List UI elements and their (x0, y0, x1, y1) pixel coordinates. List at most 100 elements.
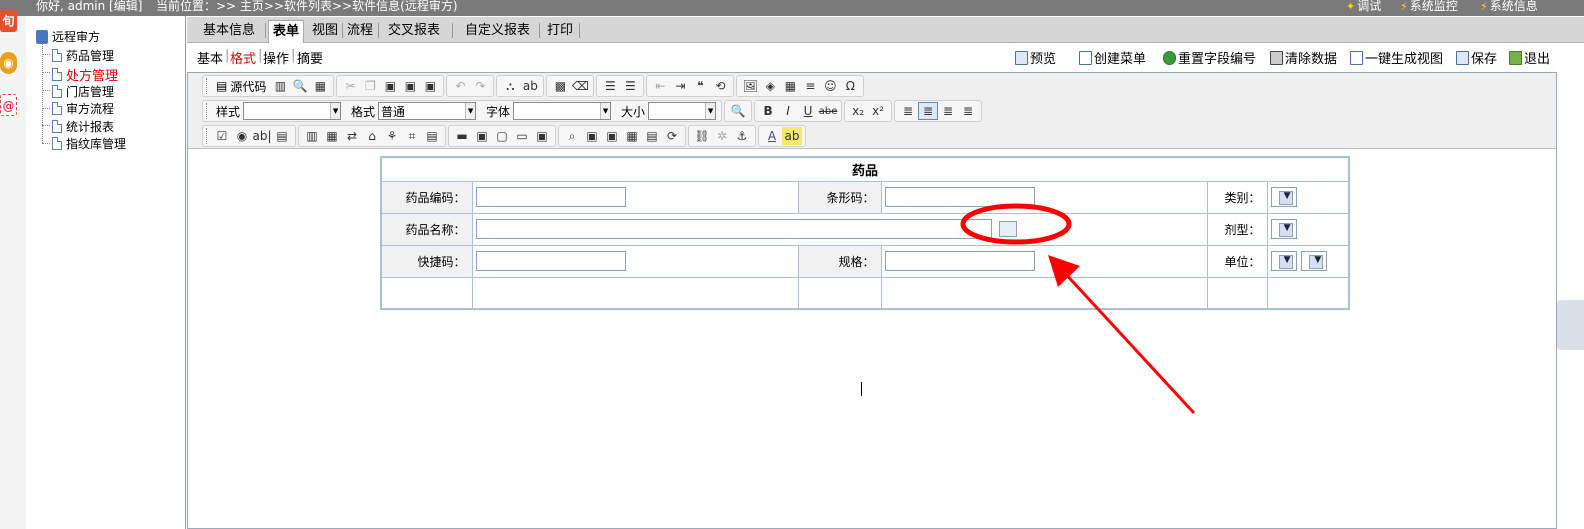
subform-icon[interactable]: ▤ (422, 127, 442, 145)
blockquote-icon[interactable]: ❝ (690, 77, 710, 95)
attachment-icon[interactable]: ⌕ (562, 127, 582, 145)
style-select[interactable]: ▼ (243, 102, 342, 120)
align-right-icon[interactable]: ≣ (938, 102, 958, 120)
link-icon[interactable]: ⛓ (692, 127, 712, 145)
format-select[interactable]: 普通 ▼ (378, 102, 477, 120)
tab-view[interactable]: 视图 (308, 20, 342, 43)
find-icon[interactable]: ⛬ (500, 77, 520, 95)
text-color-icon[interactable]: A (762, 127, 782, 145)
tab-flow[interactable]: 流程 (343, 20, 377, 43)
button-control-icon[interactable]: ▬ (452, 127, 472, 145)
select-control-icon[interactable]: ▭ (512, 127, 532, 145)
tree-root[interactable]: 远程审方 (36, 28, 100, 45)
align-justify-icon[interactable]: ≣ (958, 102, 978, 120)
link-control-icon[interactable]: ⚘ (382, 127, 402, 145)
bulleted-list-icon[interactable]: ☰ (620, 77, 640, 95)
save-button[interactable]: 保存 (1456, 48, 1497, 67)
zoom-icon[interactable]: 🔍 (728, 102, 748, 120)
image-field-icon[interactable]: ▣ (472, 127, 492, 145)
numbered-list-icon[interactable]: ☰ (600, 77, 620, 95)
tab-print[interactable]: 打印 (543, 20, 577, 43)
special-char-icon[interactable]: Ω (840, 77, 860, 95)
smiley-icon[interactable]: ☺ (820, 77, 840, 95)
picture-icon[interactable]: ▣ (582, 127, 602, 145)
save-doc-icon[interactable]: ▥ (270, 77, 290, 95)
flash-icon[interactable]: ◈ (760, 77, 780, 95)
tree-item-prescription[interactable]: 处方管理 (52, 65, 118, 84)
subtab-format[interactable]: 格式 (230, 48, 256, 67)
unit-select-1[interactable]: ▼ (1270, 251, 1297, 271)
align-center-icon[interactable]: ≣ (918, 102, 939, 120)
tab-cross-report[interactable]: 交叉报表 (384, 20, 444, 43)
paste-word-icon[interactable]: ▣ (420, 77, 440, 95)
tab-basic-info[interactable]: 基本信息 (199, 20, 259, 43)
hidden-field-icon[interactable]: ▢ (492, 127, 512, 145)
macro-icon[interactable]: ⇄ (342, 127, 362, 145)
subtab-operation[interactable]: 操作 (263, 48, 289, 67)
excel-icon[interactable]: ▦ (622, 127, 642, 145)
superscript-icon[interactable]: x² (868, 102, 888, 120)
calendar-icon[interactable]: ▦ (322, 127, 342, 145)
tab-custom-report[interactable]: 自定义报表 (461, 20, 534, 43)
subscript-icon[interactable]: x₂ (848, 102, 868, 120)
image-icon[interactable]: 🖼 (740, 77, 760, 95)
tree-item-report[interactable]: 统计报表 (52, 118, 114, 135)
category-select[interactable]: ▼ (1270, 187, 1297, 207)
rich-text-editor[interactable]: ▤ 源代码 ▥ 🔍 ▦ ✂ ❐ ▣ ▣ ▣ ↶ ↷ ⛬ ab ▩ ⌫ ☰ ☰ ⇤… (187, 72, 1557, 529)
clear-data-button[interactable]: 清除数据 (1270, 48, 1337, 67)
app-icon[interactable]: 旬 (0, 10, 17, 32)
table-icon[interactable]: ▦ (780, 77, 800, 95)
select-all-icon[interactable]: ▩ (550, 77, 570, 95)
grid-icon[interactable]: ⌗ (402, 127, 422, 145)
debug-link[interactable]: ✦ 调试 (1346, 0, 1381, 13)
create-menu-button[interactable]: 创建菜单 (1079, 48, 1146, 67)
side-collapse-handle[interactable] (1557, 300, 1584, 350)
system-monitor-link[interactable]: ⚡ 系统监控 (1400, 0, 1458, 13)
subtab-summary[interactable]: 摘要 (297, 48, 323, 67)
unlink-icon[interactable]: ✲ (712, 127, 732, 145)
spec-input[interactable] (884, 251, 1035, 271)
bold-icon[interactable]: B (758, 102, 778, 120)
redo-icon[interactable]: ↷ (470, 77, 490, 95)
bank-icon[interactable]: ⌂ (362, 127, 382, 145)
weibo-icon[interactable]: ◉ (0, 52, 17, 74)
paste-icon[interactable]: ▣ (380, 77, 400, 95)
preview-doc-icon[interactable]: 🔍 (290, 77, 310, 95)
drug-name-input[interactable] (475, 219, 992, 239)
underline-icon[interactable]: U (798, 102, 818, 120)
horizontal-rule-icon[interactable]: ≡ (800, 77, 820, 95)
indent-icon[interactable]: ⇥ (670, 77, 690, 95)
tab-form[interactable]: 表单 (268, 20, 305, 43)
media-icon[interactable]: ▣ (602, 127, 622, 145)
outdent-icon[interactable]: ⇤ (650, 77, 670, 95)
strikethrough-icon[interactable]: abe (818, 102, 838, 120)
div-icon[interactable]: ⟲ (710, 77, 730, 95)
textarea-icon[interactable]: ▤ (272, 127, 292, 145)
tree-item-drug[interactable]: 药品管理 (52, 47, 114, 64)
radio-icon[interactable]: ◉ (232, 127, 252, 145)
generate-view-button[interactable]: 一键生成视图 (1350, 48, 1443, 67)
cut-icon[interactable]: ✂ (340, 77, 360, 95)
tree-item-review-flow[interactable]: 审方流程 (52, 100, 114, 117)
replace-icon[interactable]: ab (520, 77, 540, 95)
popup-select-icon[interactable]: ▣ (532, 127, 552, 145)
unit-select-2[interactable]: ▼ (1301, 251, 1328, 271)
exit-button[interactable]: 退出 (1509, 48, 1550, 67)
quick-code-input[interactable] (475, 251, 626, 271)
source-code-button[interactable]: ▤ 源代码 (212, 77, 270, 95)
anchor-icon[interactable]: ⚓ (732, 127, 752, 145)
tree-item-fingerprint[interactable]: 指纹库管理 (52, 135, 126, 152)
refresh-control-icon[interactable]: ⟳ (662, 127, 682, 145)
italic-icon[interactable]: I (778, 102, 798, 120)
undo-icon[interactable]: ↶ (450, 77, 470, 95)
subtab-basic[interactable]: 基本 (197, 48, 223, 67)
list-control-icon[interactable]: ▥ (302, 127, 322, 145)
word-icon[interactable]: ▤ (642, 127, 662, 145)
system-info-link[interactable]: ⚡ 系统信息 (1480, 0, 1538, 13)
background-color-icon[interactable]: ab (782, 127, 802, 145)
tree-item-store[interactable]: 门店管理 (52, 83, 114, 100)
paste-text-icon[interactable]: ▣ (400, 77, 420, 95)
align-left-icon[interactable]: ≣ (898, 102, 918, 120)
checkbox-icon[interactable]: ☑ (212, 127, 232, 145)
lookup-icon[interactable] (999, 221, 1018, 237)
